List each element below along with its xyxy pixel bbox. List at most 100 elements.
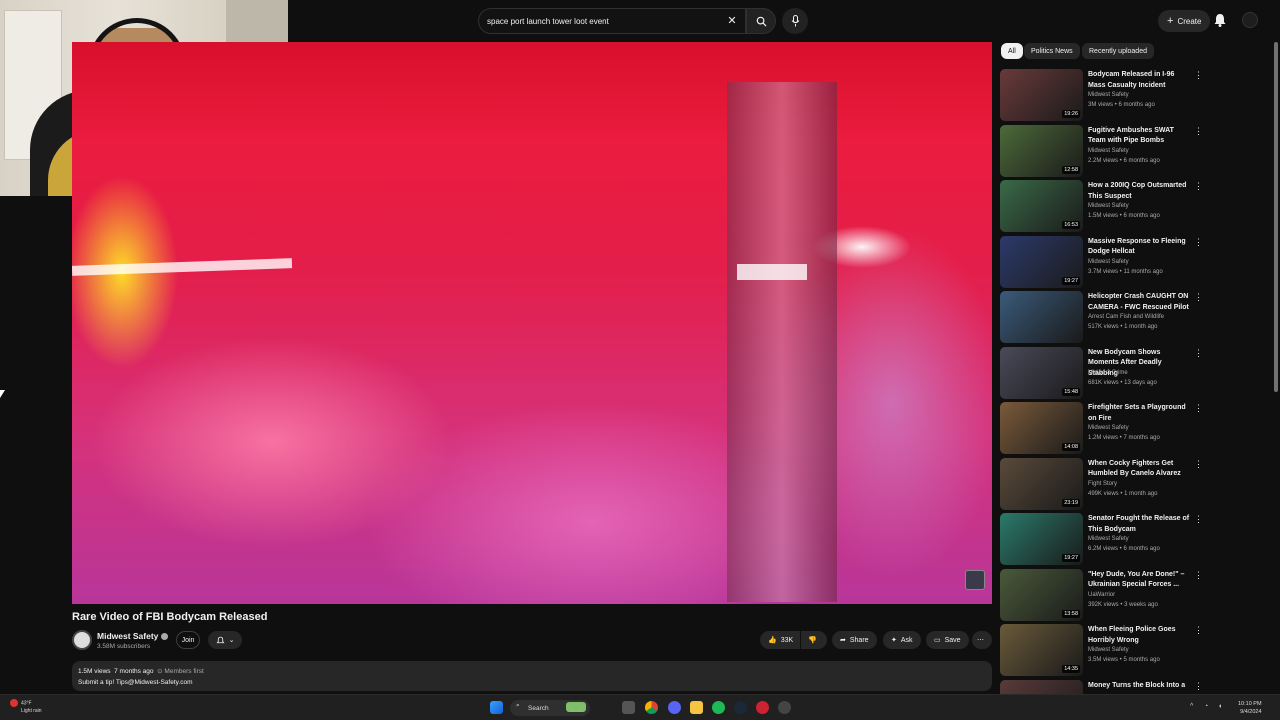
recommendation-thumbnail[interactable]: 12:58 <box>1000 124 1083 177</box>
recommendation-item[interactable]: 19:27 Senator Fought the Release of This … <box>1000 513 1205 565</box>
recommendation-item[interactable]: 15:48 New Bodycam Shows Moments After Dea… <box>1000 346 1205 399</box>
recommendation-item[interactable]: Helicopter Crash CAUGHT ON CAMERA - FWC … <box>1000 291 1205 343</box>
more-vertical-icon[interactable]: ⋮ <box>1194 626 1203 638</box>
recommendation-thumbnail[interactable]: 19:26 <box>1000 69 1083 121</box>
recommendation-title[interactable]: Helicopter Crash CAUGHT ON CAMERA - FWC … <box>1088 292 1192 313</box>
more-vertical-icon[interactable]: ⋮ <box>1194 293 1203 305</box>
recommendation-item[interactable]: 14:08 Firefighter Sets a Playground on Fi… <box>1000 402 1205 454</box>
recommendation-thumbnail[interactable]: 14:35 <box>1000 624 1083 676</box>
notifications-bell-icon[interactable] <box>1212 12 1228 28</box>
more-vertical-icon[interactable]: ⋮ <box>1194 570 1203 583</box>
recommendation-channel[interactable]: Midwest Safety <box>1088 259 1129 265</box>
recommendation-channel[interactable]: Midwest Safety <box>1088 203 1129 209</box>
search-button[interactable] <box>746 8 776 34</box>
recommendation-thumbnail[interactable]: 19:27 <box>1000 235 1083 288</box>
like-count: 33K <box>780 636 794 644</box>
recommendation-thumbnail[interactable]: 13:58 <box>1000 568 1083 621</box>
recommendation-title[interactable]: Bodycam Released in I-96 Mass Casualty I… <box>1088 70 1192 91</box>
scrollbar[interactable] <box>1273 42 1279 692</box>
taskbar-search[interactable]: ⌕ Search <box>510 700 590 716</box>
more-vertical-icon[interactable]: ⋮ <box>1194 348 1203 361</box>
taskbar-clock[interactable]: 10:10 PM 9/4/2024 <box>1238 700 1262 716</box>
description-box[interactable]: 1.5M views 7 months ago ⊙ Members first … <box>72 661 992 691</box>
recommendation-title[interactable]: Fugitive Ambushes SWAT Team with Pipe Bo… <box>1088 126 1192 147</box>
recommendation-title[interactable]: "Hey Dude, You Are Done!" – Ukrainian Sp… <box>1088 570 1192 591</box>
chrome-icon[interactable] <box>645 701 658 714</box>
steam-icon[interactable] <box>734 701 747 714</box>
more-vertical-icon[interactable]: ⋮ <box>1194 459 1203 472</box>
recommendation-channel[interactable]: Midwest Safety <box>1088 425 1129 431</box>
recommendation-title[interactable]: Firefighter Sets a Playground on Fire <box>1088 403 1192 424</box>
recommendation-channel[interactable]: Midwest Safety <box>1088 92 1129 98</box>
recommendation-item[interactable]: 19:26 Bodycam Released in I-96 Mass Casua… <box>1000 69 1205 121</box>
channel-avatar[interactable] <box>72 630 92 650</box>
wifi-icon[interactable]: ◔ <box>1204 703 1212 711</box>
file-explorer-icon[interactable] <box>690 701 703 714</box>
channel-name[interactable]: Midwest Safety <box>97 631 169 641</box>
scrollbar-thumb[interactable] <box>1274 42 1278 392</box>
video-player[interactable] <box>72 42 992 604</box>
weather-widget[interactable]: 43°F Light rain <box>10 699 42 715</box>
recommendation-thumbnail[interactable]: 14:08 <box>1000 402 1083 454</box>
spotify-icon[interactable] <box>712 701 725 714</box>
search-input[interactable]: space port launch tower loot event ✕ <box>478 8 746 34</box>
channel-watermark-icon[interactable] <box>965 570 985 590</box>
clear-icon[interactable]: ✕ <box>725 14 739 28</box>
task-view-icon[interactable] <box>622 701 635 714</box>
more-vertical-icon[interactable]: ⋮ <box>1194 237 1203 250</box>
subscription-bell-button[interactable]: ⌄ <box>208 631 242 649</box>
more-vertical-icon[interactable]: ⋮ <box>1194 182 1203 194</box>
recommendation-item[interactable]: 13:58 "Hey Dude, You Are Done!" – Ukraini… <box>1000 568 1205 621</box>
tray-chevron-icon[interactable]: ^ <box>1190 703 1198 711</box>
recommendation-title[interactable]: When Fleeing Police Goes Horribly Wrong <box>1088 625 1192 646</box>
recommendation-thumbnail[interactable] <box>1000 291 1083 343</box>
recommendation-channel[interactable]: Fight Story <box>1088 481 1117 487</box>
app-icon[interactable] <box>778 701 791 714</box>
recommendation-title[interactable]: When Cocky Fighters Get Humbled By Canel… <box>1088 459 1192 480</box>
recommendation-thumbnail[interactable]: 23:19 <box>1000 457 1083 510</box>
recommendation-thumbnail[interactable]: 15:48 <box>1000 346 1083 399</box>
recommendation-thumbnail[interactable]: 19:27 <box>1000 513 1083 565</box>
share-button[interactable]: ➦ Share <box>832 631 877 649</box>
recommendation-channel[interactable]: Arrest Cam Fish and Wildlife <box>1088 314 1164 320</box>
account-avatar[interactable] <box>1242 12 1258 28</box>
join-button[interactable]: Join <box>176 631 200 649</box>
ask-button[interactable]: ✦ Ask <box>883 631 921 649</box>
more-actions-button[interactable]: ⋯ <box>972 631 992 649</box>
recommendation-item[interactable]: 19:27 Massive Response to Fleeing Dodge H… <box>1000 235 1205 288</box>
recommendation-channel[interactable]: Midwest Safety <box>1088 647 1129 653</box>
obs-icon[interactable] <box>756 701 769 714</box>
recommendation-channel[interactable]: Midwest Safety <box>1088 148 1129 154</box>
recommendation-item[interactable]: 14:35 When Fleeing Police Goes Horribly W… <box>1000 624 1205 676</box>
recommendation-title[interactable]: How a 200IQ Cop Outsmarted This Suspect <box>1088 181 1192 202</box>
chip-recently-uploaded[interactable]: Recently uploaded <box>1082 43 1154 59</box>
chip-all[interactable]: All <box>1001 43 1023 59</box>
more-vertical-icon[interactable]: ⋮ <box>1194 681 1203 694</box>
more-vertical-icon[interactable]: ⋮ <box>1194 515 1203 527</box>
voice-search-button[interactable] <box>782 8 808 34</box>
recommendation-thumbnail[interactable]: 16:53 <box>1000 180 1083 232</box>
duration-badge: 13:58 <box>1062 609 1080 618</box>
recommendation-channel[interactable]: UaWarrior <box>1088 592 1115 598</box>
recommendation-title[interactable]: Money Turns the Block Into a <box>1088 681 1192 692</box>
more-vertical-icon[interactable]: ⋮ <box>1194 126 1203 139</box>
volume-icon[interactable]: ◖ <box>1218 703 1226 711</box>
create-button[interactable]: + Create <box>1158 10 1211 32</box>
like-button[interactable]: 👍 33K <box>760 631 800 649</box>
windows-start-icon[interactable] <box>490 701 503 714</box>
youtube-watch-page: space port launch tower loot event ✕ + C… <box>0 0 1280 720</box>
recommendation-channel[interactable]: Midwest Crime <box>1088 370 1128 376</box>
recommendation-channel[interactable]: Midwest Safety <box>1088 536 1129 542</box>
more-vertical-icon[interactable]: ⋮ <box>1194 71 1203 83</box>
more-vertical-icon[interactable]: ⋮ <box>1194 404 1203 416</box>
chip-politics-news[interactable]: Politics News <box>1024 43 1080 59</box>
recommendation-item[interactable]: 12:58 Fugitive Ambushes SWAT Team with Pi… <box>1000 124 1205 177</box>
save-button[interactable]: ▭ Save <box>926 631 969 649</box>
recommendation-item[interactable]: 23:19 When Cocky Fighters Get Humbled By … <box>1000 457 1205 510</box>
recommendation-item[interactable]: 16:53 How a 200IQ Cop Outsmarted This Sus… <box>1000 180 1205 232</box>
dislike-button[interactable]: 👎 <box>801 631 827 649</box>
discord-icon[interactable] <box>668 701 681 714</box>
recommendation-title[interactable]: Senator Fought the Release of This Bodyc… <box>1088 514 1192 535</box>
duration-badge: 12:58 <box>1062 165 1080 174</box>
recommendation-title[interactable]: Massive Response to Fleeing Dodge Hellca… <box>1088 237 1192 258</box>
